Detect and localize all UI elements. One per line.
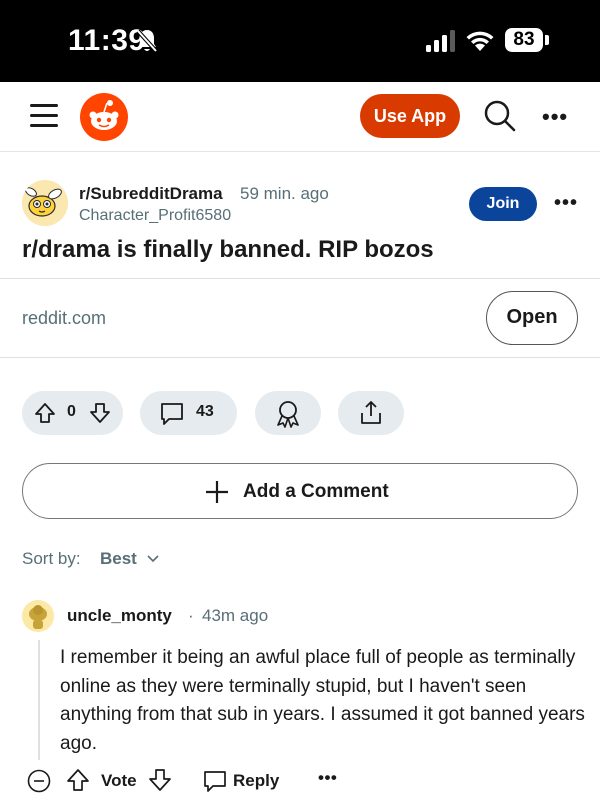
join-button[interactable]: Join [469,187,537,221]
comment-downvote-icon[interactable] [148,768,172,792]
downvote-icon[interactable] [89,402,111,424]
use-app-button[interactable]: Use App [360,94,460,138]
add-comment-label: Add a Comment [243,481,389,502]
more-options-icon[interactable]: ••• [542,104,568,130]
reddit-logo-icon[interactable] [80,93,128,141]
add-comment-button[interactable]: Add a Comment [22,463,578,519]
top-navigation: Use App ••• [0,82,600,152]
status-bar: 11:39 83 [0,0,600,82]
comment-upvote-icon[interactable] [66,768,90,792]
link-domain[interactable]: reddit.com [22,308,106,329]
battery-indicator: 83 [505,28,543,52]
comment-time: 43m ago [202,606,269,625]
post-more-options-icon[interactable]: ••• [554,192,578,215]
subreddit-avatar-icon [22,180,68,226]
award-icon [277,401,299,428]
reply-icon[interactable] [203,769,227,793]
divider [0,278,600,279]
comment-more-options-icon[interactable]: ••• [318,768,337,788]
sort-dropdown[interactable]: Best [100,549,137,569]
comment-vote-label: Vote [101,771,137,790]
hamburger-menu-icon[interactable] [30,104,58,128]
wifi-icon [466,31,494,51]
open-link-button[interactable]: Open [486,291,578,345]
subreddit-avatar[interactable] [22,180,68,226]
status-time: 11:39 [68,24,146,57]
comment-icon [161,403,183,425]
vote-pill: 0 [22,391,123,435]
cellular-signal-icon [426,30,455,52]
comment-avatar[interactable] [22,600,54,632]
sort-label: Sort by: [22,549,81,568]
comment-author[interactable]: uncle_monty [67,606,172,626]
bell-off-icon [136,29,158,53]
thread-line[interactable] [38,640,40,760]
search-icon[interactable] [483,99,517,133]
separator-dot: · [188,606,194,625]
plus-icon [206,481,228,503]
share-button[interactable] [338,391,404,435]
vote-score: 0 [67,403,76,420]
comments-button[interactable]: 43 [140,391,237,435]
comment-body: I remember it being an awful place full … [60,647,585,754]
post-time: 59 min. ago [240,184,329,203]
collapse-icon[interactable] [27,769,51,793]
subreddit-name[interactable]: r/SubredditDrama [79,184,223,204]
share-icon [361,401,381,424]
post-title: r/drama is finally banned. RIP bozos [22,236,434,263]
upvote-icon[interactable] [34,402,56,424]
divider [0,357,600,358]
post-author[interactable]: Character_Profit6580 [79,207,231,225]
battery-nub [545,35,549,45]
award-button[interactable] [255,391,321,435]
comment-count: 43 [196,403,214,420]
snoo-avatar-icon [22,600,54,632]
reply-button[interactable]: Reply [233,771,279,791]
chevron-down-icon[interactable] [146,552,160,566]
